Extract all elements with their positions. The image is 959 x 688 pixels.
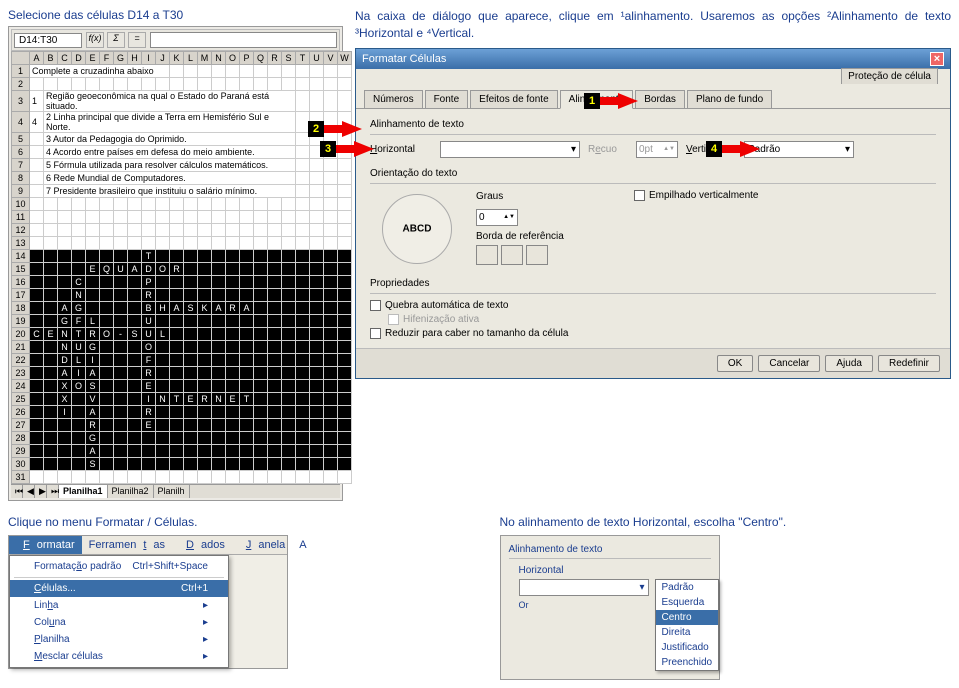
callout-4: 4 xyxy=(706,141,760,157)
cancel-button[interactable]: Cancelar xyxy=(758,355,820,372)
format-dropdown: Formatação padrãoCtrl+Shift+Space Células… xyxy=(9,555,229,668)
sheet-tabs[interactable]: ⏮ ◀ ▶ ⏭ Planilha1 Planilha2 Planilh xyxy=(11,484,340,498)
label-borda-ref: Borda de referência xyxy=(476,231,936,242)
checkbox-shrink[interactable] xyxy=(370,328,381,339)
menu-item[interactable]: Formatação padrãoCtrl+Shift+Space xyxy=(10,558,228,575)
align-option[interactable]: Padrão xyxy=(656,580,719,595)
equals-icon[interactable]: = xyxy=(128,32,146,48)
tab-borders[interactable]: Bordas xyxy=(635,90,685,108)
tab-background[interactable]: Plano de fundo xyxy=(687,90,772,108)
ok-button[interactable]: OK xyxy=(717,355,753,372)
menu-formatar[interactable]: Formatar xyxy=(9,536,82,554)
close-icon[interactable]: × xyxy=(930,52,944,66)
select-vertical[interactable]: Padrão▾ xyxy=(744,141,854,158)
spreadsheet-window: D14:T30 f(x) Σ = ABCDEFGHIJKLMNOPQRSTUVW… xyxy=(8,26,343,501)
ref-edge-icon-1[interactable] xyxy=(476,245,498,265)
callout-1: 1 xyxy=(584,93,638,109)
spinner-graus[interactable]: 0▲▼ xyxy=(476,209,518,226)
sheet-tab-3[interactable]: Planilh xyxy=(154,485,190,498)
tab-protection[interactable]: Proteção de célula xyxy=(841,68,938,84)
label-wrap: Quebra automática de texto xyxy=(385,300,508,311)
panel-label-or: Or xyxy=(519,600,649,610)
checkbox-wrap[interactable] xyxy=(370,300,381,311)
label-stacked: Empilhado verticalmente xyxy=(649,190,759,201)
format-cells-dialog: Formatar Células × Proteção de célula Nú… xyxy=(355,48,951,379)
tab-font[interactable]: Fonte xyxy=(425,90,469,108)
instruction-horiz-center: No alinhamento de texto Horizontal, esco… xyxy=(500,515,952,529)
select-horizontal[interactable]: ▾ xyxy=(440,141,580,158)
panel-select-horizontal[interactable]: ▾ xyxy=(519,579,649,596)
instruction-select: Selecione das células D14 a T30 xyxy=(8,8,343,22)
horizontal-options-list[interactable]: PadrãoEsquerdaCentroDireitaJustificadoPr… xyxy=(655,579,720,671)
name-box[interactable]: D14:T30 xyxy=(14,33,82,48)
spinner-recuo: 0pt▲▼ xyxy=(636,141,678,158)
tab-numbers[interactable]: Números xyxy=(364,90,423,108)
align-option[interactable]: Centro xyxy=(656,610,719,625)
callout-2: 2 xyxy=(308,121,362,137)
section-align-text: Alinhamento de texto xyxy=(370,119,936,130)
menu-item[interactable]: Coluna xyxy=(10,614,228,631)
menu-a[interactable]: A xyxy=(292,536,313,554)
sheet-tab-1[interactable]: Planilha1 xyxy=(59,485,108,498)
formula-bar[interactable] xyxy=(150,32,337,48)
label-recuo: Recuo xyxy=(588,144,628,155)
tab-scroll-next-icon[interactable]: ▶ xyxy=(35,485,47,498)
spreadsheet-grid[interactable]: ABCDEFGHIJKLMNOPQRSTUVW1Complete a cruza… xyxy=(11,51,352,484)
rotation-dial[interactable]: ABCD xyxy=(382,194,452,264)
tab-font-effects[interactable]: Efeitos de fonte xyxy=(470,90,558,108)
tab-scroll-first-icon[interactable]: ⏮ xyxy=(11,485,23,498)
align-option[interactable]: Esquerda xyxy=(656,595,719,610)
callout-3: 3 xyxy=(320,141,374,157)
menu-item[interactable]: Linha xyxy=(10,597,228,614)
reset-button[interactable]: Redefinir xyxy=(878,355,940,372)
alignment-panel: Alinhamento de texto Horizontal ▾ Or Pad… xyxy=(500,535,720,680)
align-option[interactable]: Justificado xyxy=(656,640,719,655)
help-button[interactable]: Ajuda xyxy=(825,355,873,372)
label-shrink: Reduzir para caber no tamanho da célula xyxy=(385,328,568,339)
ref-edge-icon-3[interactable] xyxy=(526,245,548,265)
section-orientation: Orientação do texto xyxy=(370,168,936,179)
panel-section-align: Alinhamento de texto xyxy=(509,544,711,555)
tab-scroll-last-icon[interactable]: ⏭ xyxy=(47,485,59,498)
align-option[interactable]: Preenchido xyxy=(656,655,719,670)
dialog-tab-row: Números Fonte Efeitos de fonte Alinhamen… xyxy=(356,90,950,109)
instruction-format-menu: Clique no menu Formatar / Células. xyxy=(8,515,460,529)
label-horizontal: Horizontal xyxy=(370,144,432,155)
tab-scroll-prev-icon[interactable]: ◀ xyxy=(23,485,35,498)
format-menu-window: Formatar Ferramentas Dados Janela A Form… xyxy=(8,535,288,669)
label-hyphen: Hifenização ativa xyxy=(403,314,479,325)
menu-item[interactable]: Mesclar células xyxy=(10,648,228,665)
checkbox-stacked[interactable] xyxy=(634,190,645,201)
menubar: Formatar Ferramentas Dados Janela A xyxy=(9,536,287,555)
menu-dados[interactable]: Dados xyxy=(172,536,232,554)
instruction-dialog: Na caixa de diálogo que aparece, clique … xyxy=(355,8,951,42)
ref-edge-icon-2[interactable] xyxy=(501,245,523,265)
sigma-icon[interactable]: Σ xyxy=(107,32,125,48)
dialog-title: Formatar Células xyxy=(362,53,446,65)
menu-ferramentas[interactable]: Ferramentas xyxy=(82,536,172,554)
sheet-tab-2[interactable]: Planilha2 xyxy=(108,485,154,498)
checkbox-hyphen xyxy=(388,314,399,325)
menu-item[interactable]: Planilha xyxy=(10,631,228,648)
align-option[interactable]: Direita xyxy=(656,625,719,640)
menu-item[interactable]: Células...Ctrl+1 xyxy=(10,580,228,597)
panel-label-horizontal: Horizontal xyxy=(519,565,711,576)
fx-icon[interactable]: f(x) xyxy=(86,32,104,48)
menu-janela[interactable]: Janela xyxy=(232,536,292,554)
section-properties: Propriedades xyxy=(370,278,936,289)
label-graus: Graus xyxy=(476,191,538,202)
